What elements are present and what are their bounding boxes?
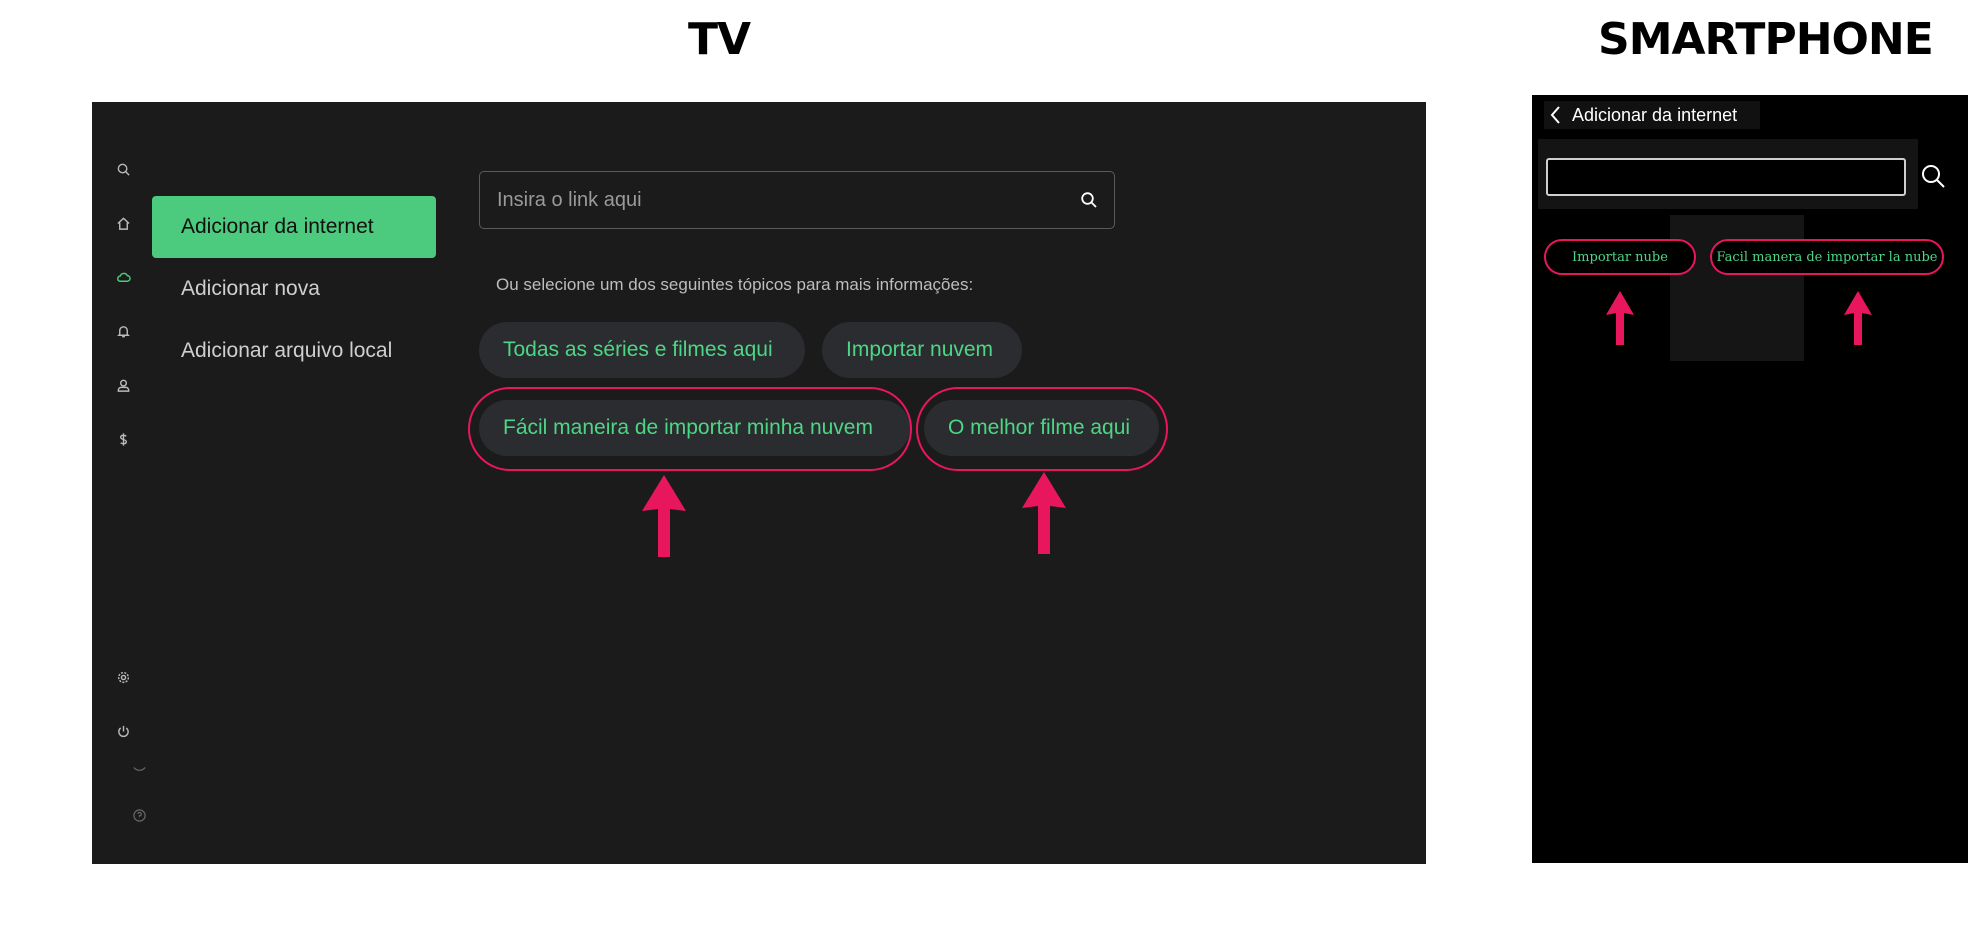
phone-chip-easy-import-cloud[interactable]: Facil manera de importar la nube	[1710, 239, 1944, 275]
menu-item-add-from-internet[interactable]: Adicionar da internet	[152, 196, 436, 258]
tv-screen: Adicionar da internet Adicionar nova Adi…	[92, 102, 1426, 864]
up-arrow-icon	[1022, 472, 1066, 554]
power-icon[interactable]	[114, 722, 132, 740]
search-icon[interactable]	[1080, 191, 1098, 209]
home-icon[interactable]	[114, 214, 132, 232]
search-icon[interactable]	[114, 160, 132, 178]
cloud-icon[interactable]	[114, 268, 132, 286]
phone-header: Adicionar da internet	[1544, 101, 1760, 129]
menu-item-add-new[interactable]: Adicionar nova	[152, 258, 436, 320]
search-icon[interactable]	[1920, 163, 1946, 189]
topics-hint: Ou selecione um dos seguintes tópicos pa…	[496, 275, 974, 294]
up-arrow-icon	[1606, 291, 1634, 345]
tv-section-title: TV	[688, 14, 751, 65]
menu-item-add-local-file[interactable]: Adicionar arquivo local	[152, 320, 436, 382]
phone-search-container	[1538, 139, 1918, 209]
settings-icon[interactable]	[114, 668, 132, 686]
link-input[interactable]	[480, 172, 1050, 228]
smartphone-screen: Adicionar da internet Importar nube Faci…	[1532, 95, 1968, 863]
phone-chip-import-cloud[interactable]: Importar nube	[1544, 239, 1696, 275]
dollar-icon[interactable]	[114, 430, 132, 448]
phone-page-title: Adicionar da internet	[1572, 104, 1738, 125]
highlight-ring	[916, 387, 1168, 471]
phone-scroll-area	[1670, 215, 1804, 361]
user-icon[interactable]	[114, 376, 132, 394]
chip-all-series-and-movies[interactable]: Todas as séries e filmes aqui	[479, 322, 805, 378]
back-arrow-icon[interactable]	[1548, 104, 1564, 126]
chip-import-cloud[interactable]: Importar nuvem	[822, 322, 1022, 378]
help-icon[interactable]	[130, 806, 148, 824]
phone-link-input[interactable]	[1546, 158, 1906, 196]
link-search-box	[479, 171, 1115, 229]
bell-icon[interactable]	[114, 322, 132, 340]
up-arrow-icon	[1844, 291, 1872, 345]
smartphone-section-title: SMARTPHONE	[1598, 14, 1934, 65]
up-arrow-icon	[642, 475, 686, 557]
highlight-ring	[468, 387, 912, 471]
eye-icon	[130, 758, 148, 776]
